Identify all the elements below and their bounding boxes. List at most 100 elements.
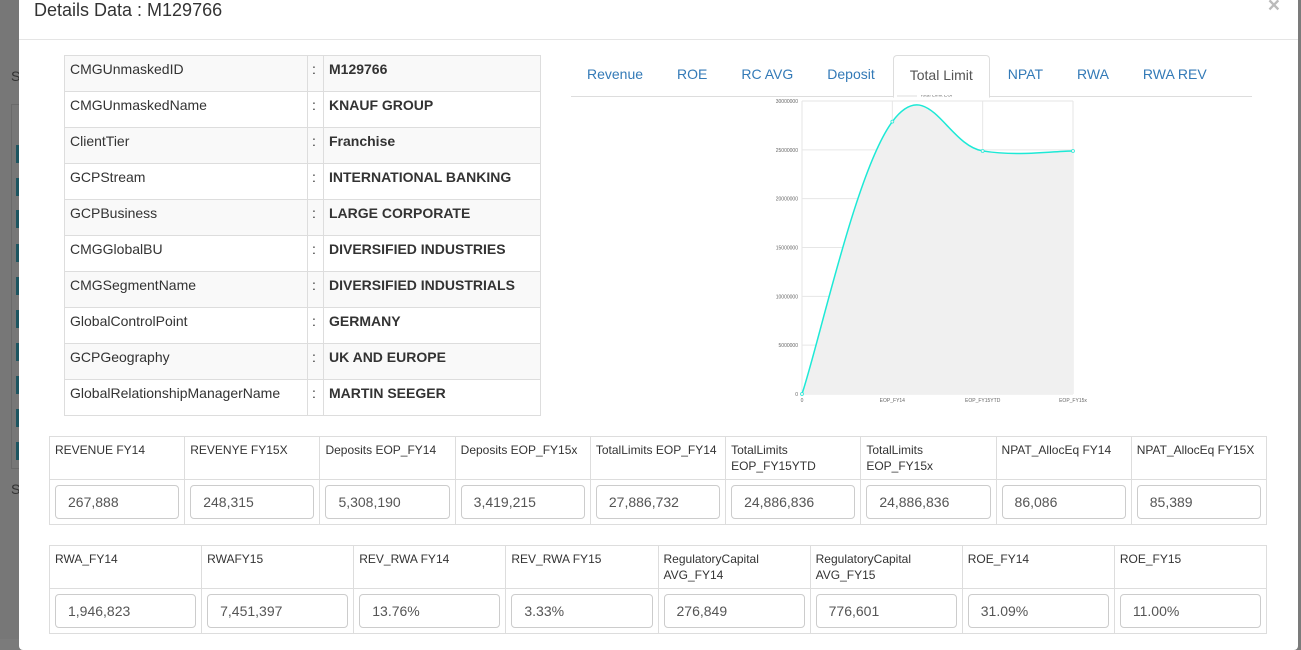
data-point [800,392,804,396]
metric-label: Deposits EOP_FY14 [319,436,456,480]
y-tick-label: 0 [795,392,798,398]
info-row: CMGSegmentName: DIVERSIFIED INDUSTRIALS [64,271,541,308]
info-row: GlobalControlPoint: GERMANY [64,307,541,344]
modal-title: Details Data : M129766 [34,0,223,20]
info-value: DIVERSIFIED INDUSTRIALS [323,271,541,308]
metric-input[interactable]: 267,888 [55,485,180,519]
metric-cell: 27,886,732 [589,479,727,525]
x-tick-label: 0 [801,398,804,404]
tab-rwa-rev[interactable]: RWA REV [1127,55,1223,97]
metric-input[interactable]: 276,849 [663,594,805,628]
info-value: M129766 [323,55,541,92]
x-tick-label: EOP_FY15YTD [965,398,1001,404]
metric-cell: 276,849 [657,588,811,634]
info-separator: : [307,91,324,128]
metric-input[interactable]: 248,315 [190,485,315,519]
tab-rc-avg[interactable]: RC AVG [725,55,809,97]
metric-label: RWAFY15 [201,545,355,589]
legend-swatch [897,95,917,97]
metric-label: ROE_FY14 [961,545,1115,589]
tab-npat[interactable]: NPAT [992,55,1059,97]
metric-label: REVENUE FY14 [48,436,186,480]
metric-input[interactable]: 7,451,397 [207,594,349,628]
metric-input[interactable]: 3.33% [511,594,653,628]
metric-cell: 248,315 [184,479,321,525]
metric-cell: 3.33% [505,588,659,634]
info-label: GlobalRelationshipManagerName [64,379,308,416]
metric-input[interactable]: 86,086 [1001,485,1126,519]
info-row: GCPGeography: UK AND EUROPE [64,343,541,380]
tab-total-limit[interactable]: Total Limit [892,55,990,98]
info-label: GlobalControlPoint [64,307,308,344]
client-info-table: CMGUnmaskedID: M129766 CMGUnmaskedName: KNA… [64,55,541,416]
metric-input[interactable]: 31.09% [967,594,1109,628]
page-backdrop: S S [0,0,21,639]
info-label: GCPBusiness [64,199,308,236]
total-limit-chart: 0 5000000 10000000 15000000 20000000 25000000… [776,95,1087,404]
metric-cell: 31.09% [961,588,1115,634]
info-value: GERMANY [323,307,541,344]
info-row: GCPBusiness: LARGE CORPORATE [64,199,541,236]
metric-label: TotalLimits EOP_FY15x [860,436,997,480]
info-label: CMGGlobalBU [64,235,308,272]
metric-input[interactable]: 13.76% [359,594,501,628]
info-separator: : [307,127,324,164]
info-label: CMGUnmaskedName [64,91,308,128]
tab-rwa[interactable]: RWA [1061,55,1125,97]
metrics-value-row: 1,946,823 7,451,397 13.76% 3.33% 276,849 776,… [48,588,1268,634]
metric-label: TotalLimits EOP_FY15YTD [725,436,862,480]
metric-label: NPAT_AllocEq FY14 [995,436,1132,480]
tab-revenue[interactable]: Revenue [571,55,659,97]
info-row: ClientTier: Franchise [64,127,541,164]
metric-cell: 86,086 [995,479,1132,525]
y-tick-label: 20000000 [776,197,798,203]
metric-label: RWA_FY14 [48,545,203,589]
metric-input[interactable]: 85,389 [1136,485,1261,519]
metric-cell: 267,888 [48,479,186,525]
metric-label: REV_RWA FY14 [353,545,507,589]
legend-label: Total Limit EOP [920,95,955,99]
chart-tabs: Revenue ROE RC AVG Deposit Total Limit NPAT RW… [571,55,1252,98]
tab-roe[interactable]: ROE [661,55,723,97]
tab-deposit[interactable]: Deposit [811,55,890,97]
info-value: INTERNATIONAL BANKING [323,163,541,200]
metric-cell: 5,308,190 [319,479,456,525]
metric-input[interactable]: 11.00% [1119,594,1261,628]
metric-label: ROE_FY15 [1113,545,1268,589]
metric-label: REV_RWA FY15 [505,545,659,589]
metric-cell: 13.76% [353,588,507,634]
metric-label: Deposits EOP_FY15x [454,436,591,480]
metric-cell: 776,601 [809,588,963,634]
close-icon[interactable]: × [1268,0,1280,18]
info-row: CMGGlobalBU: DIVERSIFIED INDUSTRIES [64,235,541,272]
info-value: UK AND EUROPE [323,343,541,380]
info-separator: : [307,235,324,272]
metric-cell: 7,451,397 [201,588,355,634]
info-separator: : [307,55,324,92]
metric-input[interactable]: 776,601 [815,594,957,628]
info-value: KNAUF GROUP [323,91,541,128]
metric-label: REVENYE FY15X [184,436,321,480]
metric-label: RegulatoryCapital AVG_FY14 [657,545,811,589]
metric-input[interactable]: 27,886,732 [595,485,721,519]
info-label: GCPGeography [64,343,308,380]
info-row: CMGUnmaskedName: KNAUF GROUP [64,91,541,128]
y-tick-label: 15000000 [776,246,798,252]
metric-input[interactable]: 5,308,190 [325,485,450,519]
info-row: GCPStream: INTERNATIONAL BANKING [64,163,541,200]
metric-cell: 3,419,215 [454,479,591,525]
metric-input[interactable]: 1,946,823 [55,594,197,628]
metric-input[interactable]: 24,886,836 [866,485,991,519]
info-separator: : [307,343,324,380]
info-label: GCPStream [64,163,308,200]
metrics-table-2: RWA_FY14 RWAFY15 REV_RWA FY14 REV_RWA FY15 R… [48,545,1268,634]
metric-cell: 85,389 [1130,479,1268,525]
data-point [890,119,895,124]
metric-input[interactable]: 24,886,836 [731,485,856,519]
info-separator: : [307,307,324,344]
modal-header: Details Data : M129766 × [19,0,1298,40]
metric-label: RegulatoryCapital AVG_FY15 [809,545,963,589]
metric-cell: 11.00% [1113,588,1268,634]
details-modal: Details Data : M129766 × CMGUnmaskedID: M… [19,0,1298,650]
metric-input[interactable]: 3,419,215 [460,485,585,519]
